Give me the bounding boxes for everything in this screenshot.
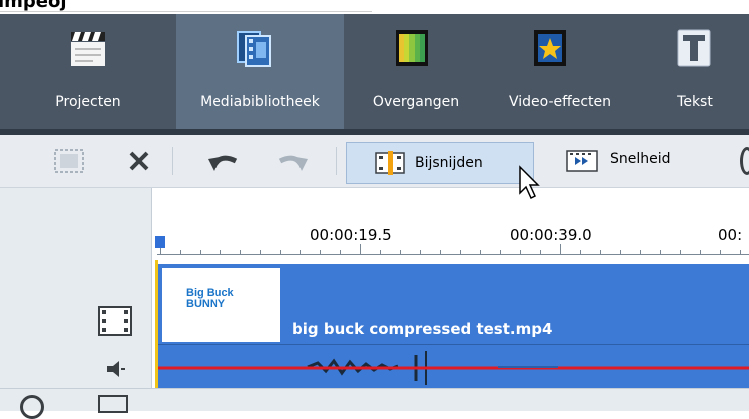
ribbon-label: Mediabibliotheek	[200, 94, 320, 110]
ribbon-item-projecten[interactable]: Projecten	[0, 14, 176, 129]
ribbon-label: Tekst	[677, 94, 713, 110]
track-header	[0, 260, 152, 388]
ribbon-item-overgangen[interactable]: Overgangen	[344, 14, 488, 129]
undo-icon[interactable]	[206, 149, 242, 173]
ruler-tick	[580, 250, 581, 254]
top-divider	[0, 11, 372, 12]
ruler-tick	[540, 250, 541, 254]
ruler-tick	[720, 250, 721, 254]
ruler-tick	[300, 250, 301, 254]
video-track-icon	[98, 306, 132, 336]
split-clip-icon[interactable]	[54, 149, 84, 173]
ruler-tick	[440, 250, 441, 254]
ruler-time-label: 00:00:39.0	[510, 226, 592, 244]
ruler-tick	[740, 250, 741, 254]
playhead-handle[interactable]	[155, 236, 165, 248]
ruler-tick	[360, 244, 361, 254]
ruler-tick	[280, 250, 281, 254]
ruler-tick	[640, 250, 641, 254]
media-library-icon	[237, 31, 271, 67]
ruler-tick	[420, 250, 421, 254]
audio-mute-icon[interactable]	[106, 360, 126, 378]
window-top-strip: lmpeoj	[0, 0, 749, 14]
transitions-icon	[396, 30, 428, 66]
more-tool-icon[interactable]	[740, 147, 749, 175]
speed-icon[interactable]	[566, 149, 598, 173]
toolbar-separator	[172, 147, 173, 175]
ribbon-label: Overgangen	[372, 94, 460, 110]
ruler-tick	[520, 250, 521, 254]
ribbon-item-mediabibliotheek[interactable]: Mediabibliotheek	[176, 14, 344, 129]
ruler-tick	[180, 250, 181, 254]
ruler-tick	[200, 250, 201, 254]
trim-label: Bijsnijden	[415, 155, 483, 171]
ruler-time-label: 00:00:19.5	[310, 226, 392, 244]
ruler-tick	[620, 250, 621, 254]
speed-label[interactable]: Snelheid	[610, 151, 671, 167]
ruler-tick	[400, 250, 401, 254]
ruler-tick	[240, 250, 241, 254]
edit-toolbar: Bijsnijden Snelheid	[0, 135, 749, 188]
clapperboard-icon	[71, 32, 105, 66]
track-type-icon	[98, 395, 128, 413]
ruler-tick	[600, 250, 601, 254]
clip-thumbnail: Big Buck BUNNY	[162, 268, 280, 342]
audio-waveform	[158, 351, 749, 385]
ruler-tick	[480, 250, 481, 254]
redo-icon[interactable]	[274, 149, 310, 173]
ruler-tick	[500, 250, 501, 254]
ruler-tick	[680, 250, 681, 254]
ruler-tick	[320, 250, 321, 254]
ribbon-label: Video-effecten	[508, 94, 612, 110]
audio-clip[interactable]	[158, 344, 749, 391]
thumbnail-logo-text: Big Buck BUNNY	[186, 287, 234, 310]
clip-filename: big buck compressed test.mp4	[292, 320, 553, 338]
ruler-tick	[220, 250, 221, 254]
mouse-pointer-icon	[519, 165, 540, 200]
trim-button[interactable]: Bijsnijden	[346, 142, 534, 184]
star-effect-icon	[534, 30, 566, 66]
text-T-icon	[677, 29, 711, 67]
toolbar-separator	[336, 147, 337, 175]
ruler-baseline	[157, 254, 749, 255]
timeline-ruler[interactable]: 00:00:19.5 00:00:39.0 00:	[0, 188, 749, 260]
ribbon-item-tekst[interactable]: Tekst	[660, 14, 730, 129]
ruler-tick	[700, 250, 701, 254]
video-clip[interactable]: Big Buck BUNNY big buck compressed test.…	[158, 264, 749, 344]
ribbon-label: Projecten	[55, 94, 121, 110]
ruler-header-empty	[0, 188, 152, 260]
ribbon-item-video-effecten[interactable]: Video-effecten	[488, 14, 632, 129]
playhead-line[interactable]	[155, 260, 158, 390]
ruler-time-label: 00:	[718, 226, 743, 244]
trim-icon	[375, 151, 405, 175]
ruler-tick	[380, 250, 381, 254]
ruler-tick	[340, 250, 341, 254]
delete-icon[interactable]	[128, 150, 150, 172]
main-ribbon: Projecten Mediabibliotheek Overgangen Vi…	[0, 14, 749, 129]
ruler-tick	[660, 250, 661, 254]
next-track-header	[0, 388, 749, 419]
ruler-tick	[260, 250, 261, 254]
ruler-tick	[560, 244, 561, 254]
track-lock-icon[interactable]	[20, 395, 44, 419]
ruler-tick	[460, 250, 461, 254]
